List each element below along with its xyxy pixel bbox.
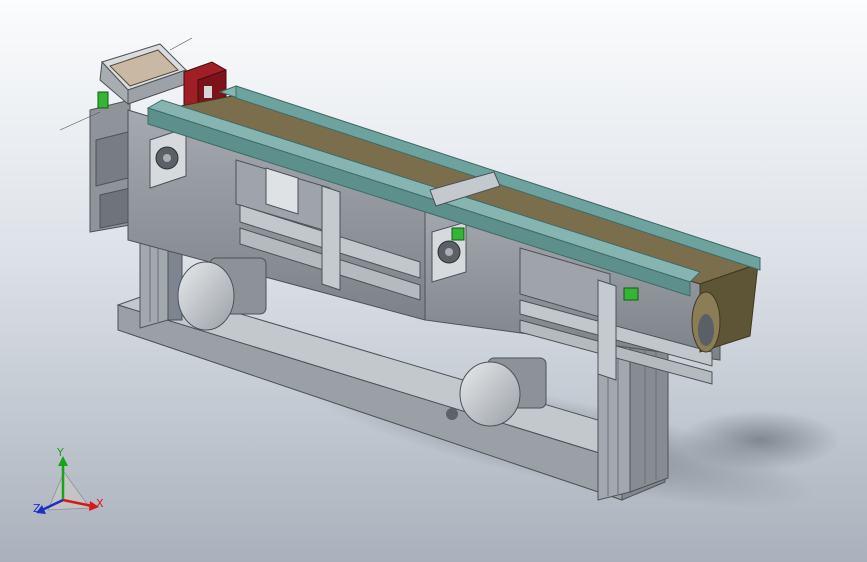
cad-viewport[interactable]: Y X Z <box>0 0 867 562</box>
coordinate-triad <box>36 456 99 514</box>
y-axis-label: Y <box>57 446 64 459</box>
sensor-left[interactable] <box>97 91 109 109</box>
z-axis-label: Z <box>33 502 41 515</box>
sensor-middle[interactable] <box>451 227 465 241</box>
sensor-right[interactable] <box>623 287 639 301</box>
x-axis-label: X <box>96 497 104 510</box>
conveyor-assembly-model[interactable] <box>0 0 867 562</box>
